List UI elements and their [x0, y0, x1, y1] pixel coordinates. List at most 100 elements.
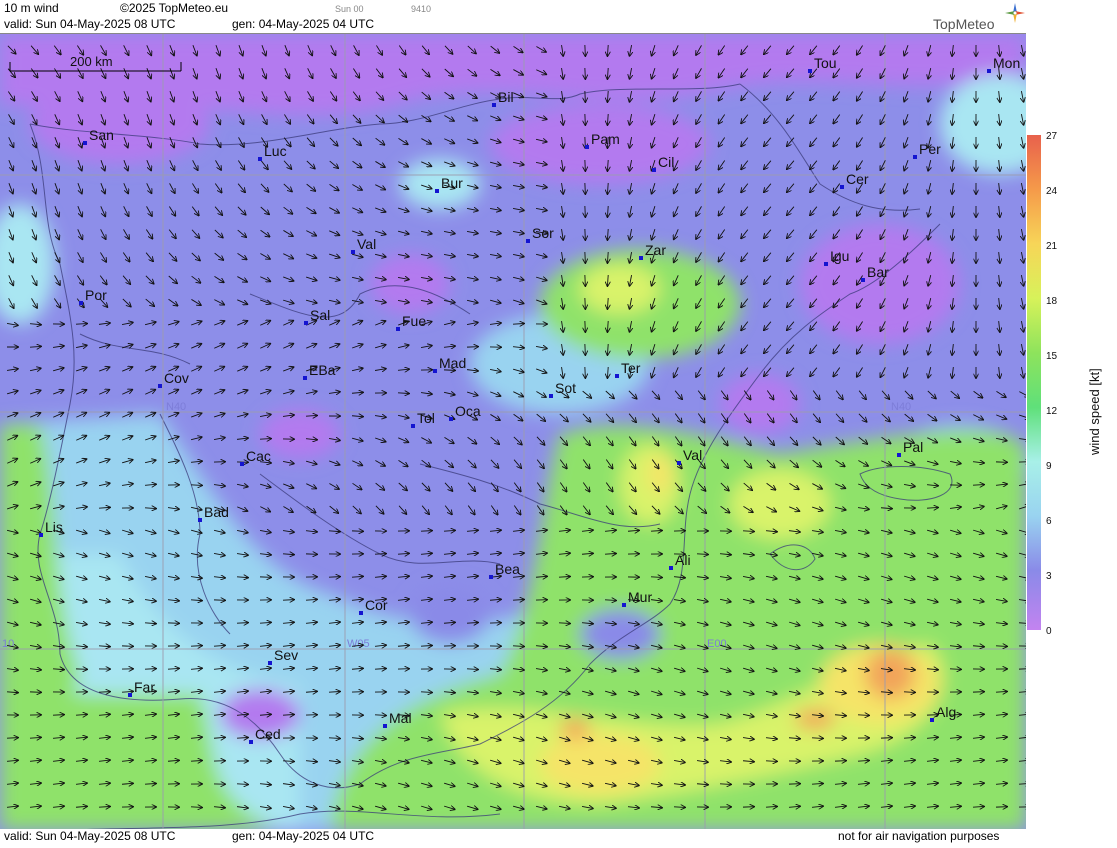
city-label: Bil: [498, 89, 514, 105]
brand-logo-text: TopMeteo: [933, 16, 994, 32]
city-marker: [79, 301, 83, 305]
legend-tick-label: 3: [1046, 571, 1052, 582]
wind-arrow: [76, 324, 87, 325]
wind-arrow: [329, 738, 340, 739]
wind-arrow: [858, 715, 869, 716]
city-label: Far: [134, 679, 155, 695]
footer-generated-time: gen: 04-May-2025 04 UTC: [232, 829, 374, 843]
wind-arrow: [53, 715, 64, 716]
city-label: Mur: [628, 589, 652, 605]
city-label: San: [89, 127, 114, 143]
wind-arrow: [513, 646, 524, 647]
city-label: Mon: [993, 55, 1020, 71]
wind-arrow: [191, 646, 202, 647]
city-label: Val: [683, 447, 702, 463]
city-label: Ter: [621, 360, 641, 376]
wind-arrow: [375, 554, 386, 555]
scale-bar: 200 km: [10, 53, 182, 73]
wind-arrow: [904, 692, 915, 693]
wind-arrow: [421, 531, 432, 532]
city-marker: [158, 384, 162, 388]
wind-arrow: [812, 738, 823, 739]
city-marker: [249, 740, 253, 744]
legend-tick-label: 15: [1046, 351, 1058, 362]
city-label: EBa: [309, 362, 336, 378]
wind-arrow: [99, 692, 110, 693]
legend-tick-label: 21: [1046, 241, 1058, 252]
city-marker: [840, 185, 844, 189]
wind-arrow: [743, 531, 754, 532]
wind-arrow: [467, 669, 478, 670]
legend-tick-label: 18: [1046, 296, 1058, 307]
grid-label-n40-right: N40: [891, 401, 911, 413]
city-label: Cil: [658, 154, 674, 170]
city-marker: [652, 168, 656, 172]
wind-arrow: [237, 784, 248, 785]
city-marker: [383, 724, 387, 728]
run-code: Sun 00: [335, 4, 364, 14]
city-label: Bea: [495, 561, 520, 577]
grid-label-e00: E00: [707, 638, 727, 650]
city-label: Sot: [555, 380, 576, 396]
legend-tick-label: 12: [1046, 406, 1058, 417]
map-header: 10 m wind ©2025 TopMeteo.eu Sun 00 9410 …: [0, 0, 1027, 34]
city-marker: [930, 718, 934, 722]
city-label: Ced: [255, 726, 281, 742]
wind-arrow: [559, 623, 570, 624]
wind-map[interactable]: N40 N40 W05 E00 10 200 km SanLucBilPamCi…: [0, 33, 1026, 831]
city-marker: [359, 611, 363, 615]
wind-arrow: [766, 761, 777, 762]
wind-arrow: [375, 715, 386, 716]
wind-arrow: [260, 439, 271, 440]
wind-arrow: [950, 669, 961, 670]
wind-field: N40 N40 W05 E00 10 200 km SanLucBilPamCi…: [0, 34, 1026, 830]
city-marker: [435, 189, 439, 193]
wind-arrow: [191, 807, 202, 808]
grid-label-w10: 10: [2, 638, 14, 650]
city-label: Cor: [365, 597, 388, 613]
city-marker: [669, 566, 673, 570]
city-marker: [897, 453, 901, 457]
city-marker: [622, 603, 626, 607]
city-marker: [492, 103, 496, 107]
legend-tick-label: 0: [1046, 626, 1052, 637]
city-label: Luc: [264, 143, 287, 159]
wind-arrow: [674, 807, 685, 808]
city-marker: [489, 575, 493, 579]
wind-arrow: [973, 485, 984, 486]
wind-arrow: [421, 692, 432, 693]
city-marker: [39, 533, 43, 537]
city-label: Pam: [591, 131, 620, 147]
city-label: Val: [357, 236, 376, 252]
wind-arrow: [651, 577, 662, 578]
city-label: Bar: [867, 264, 889, 280]
city-label: Per: [919, 141, 941, 157]
city-marker: [411, 424, 415, 428]
wind-arrow: [720, 784, 731, 785]
wind-arrow: [283, 761, 294, 762]
city-marker: [526, 239, 530, 243]
wind-arrow: [697, 554, 708, 555]
wind-arrow: [7, 738, 18, 739]
city-marker: [585, 145, 589, 149]
footer-valid-time: valid: Sun 04-May-2025 08 UTC: [4, 829, 175, 843]
city-label: Sor: [532, 225, 554, 241]
city-marker: [198, 518, 202, 522]
city-marker: [824, 262, 828, 266]
city-label: Alg: [936, 704, 956, 720]
city-marker: [351, 250, 355, 254]
city-marker: [303, 376, 307, 380]
city-marker: [987, 69, 991, 73]
legend: 2724211815129630 wind speed [kt]: [1027, 0, 1117, 843]
copyright: ©2025 TopMeteo.eu: [120, 1, 228, 15]
city-label: Lis: [45, 519, 63, 535]
city-marker: [268, 661, 272, 665]
legend-tick-label: 6: [1046, 516, 1052, 527]
grid-label-w05: W05: [347, 638, 370, 650]
legend-tick-label: 27: [1046, 131, 1058, 142]
wind-arrow: [605, 600, 616, 601]
city-marker: [639, 256, 643, 260]
city-marker: [615, 374, 619, 378]
city-marker: [128, 693, 132, 697]
city-label: Fue: [402, 313, 426, 329]
